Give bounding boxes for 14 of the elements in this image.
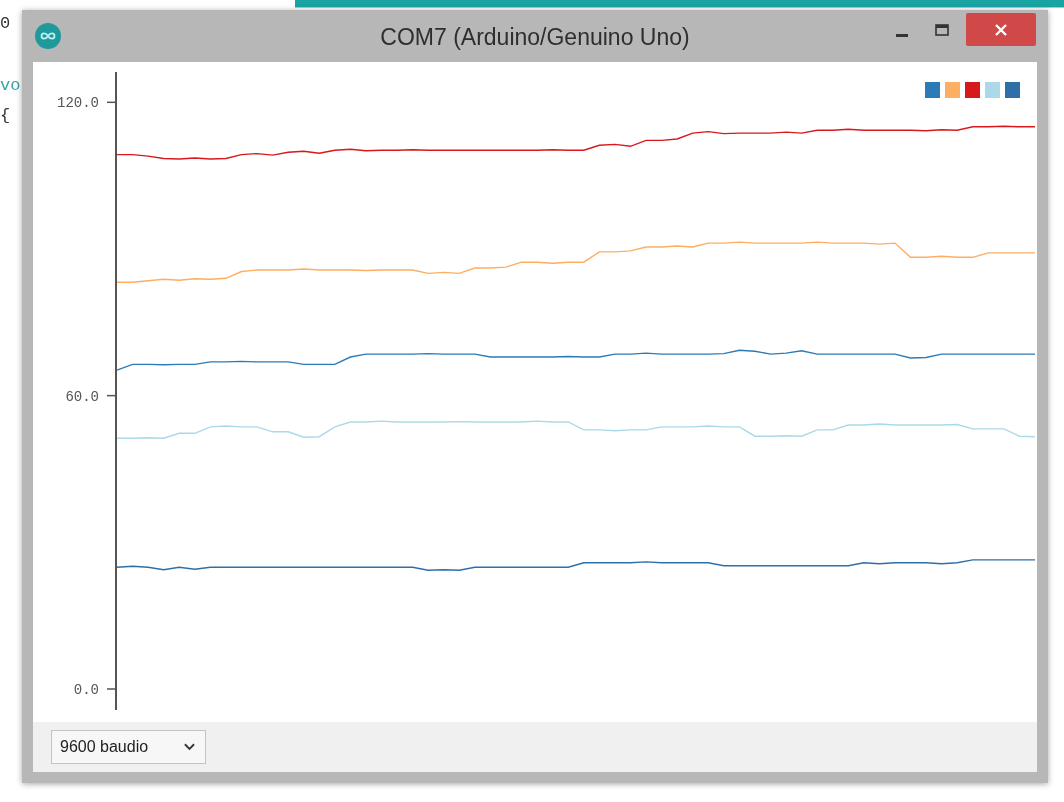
close-button[interactable] [966, 13, 1036, 46]
chevron-down-icon [184, 743, 195, 751]
infinity-logo-icon [35, 23, 61, 49]
close-icon [995, 23, 1007, 36]
baud-rate-select[interactable]: 9600 baudio [51, 730, 206, 764]
code-fragment: 0 [0, 13, 11, 35]
code-fragment: vo [0, 75, 21, 97]
y-tick-label: 0.0 [73, 682, 99, 698]
y-tick-label: 60.0 [65, 388, 99, 405]
window-title: COM7 (Arduino/Genuino Uno) [380, 24, 690, 51]
code-fragment: { [0, 105, 11, 127]
y-tick-label: 120.0 [57, 95, 99, 112]
maximize-icon [935, 24, 949, 36]
minimize-icon [896, 34, 908, 37]
